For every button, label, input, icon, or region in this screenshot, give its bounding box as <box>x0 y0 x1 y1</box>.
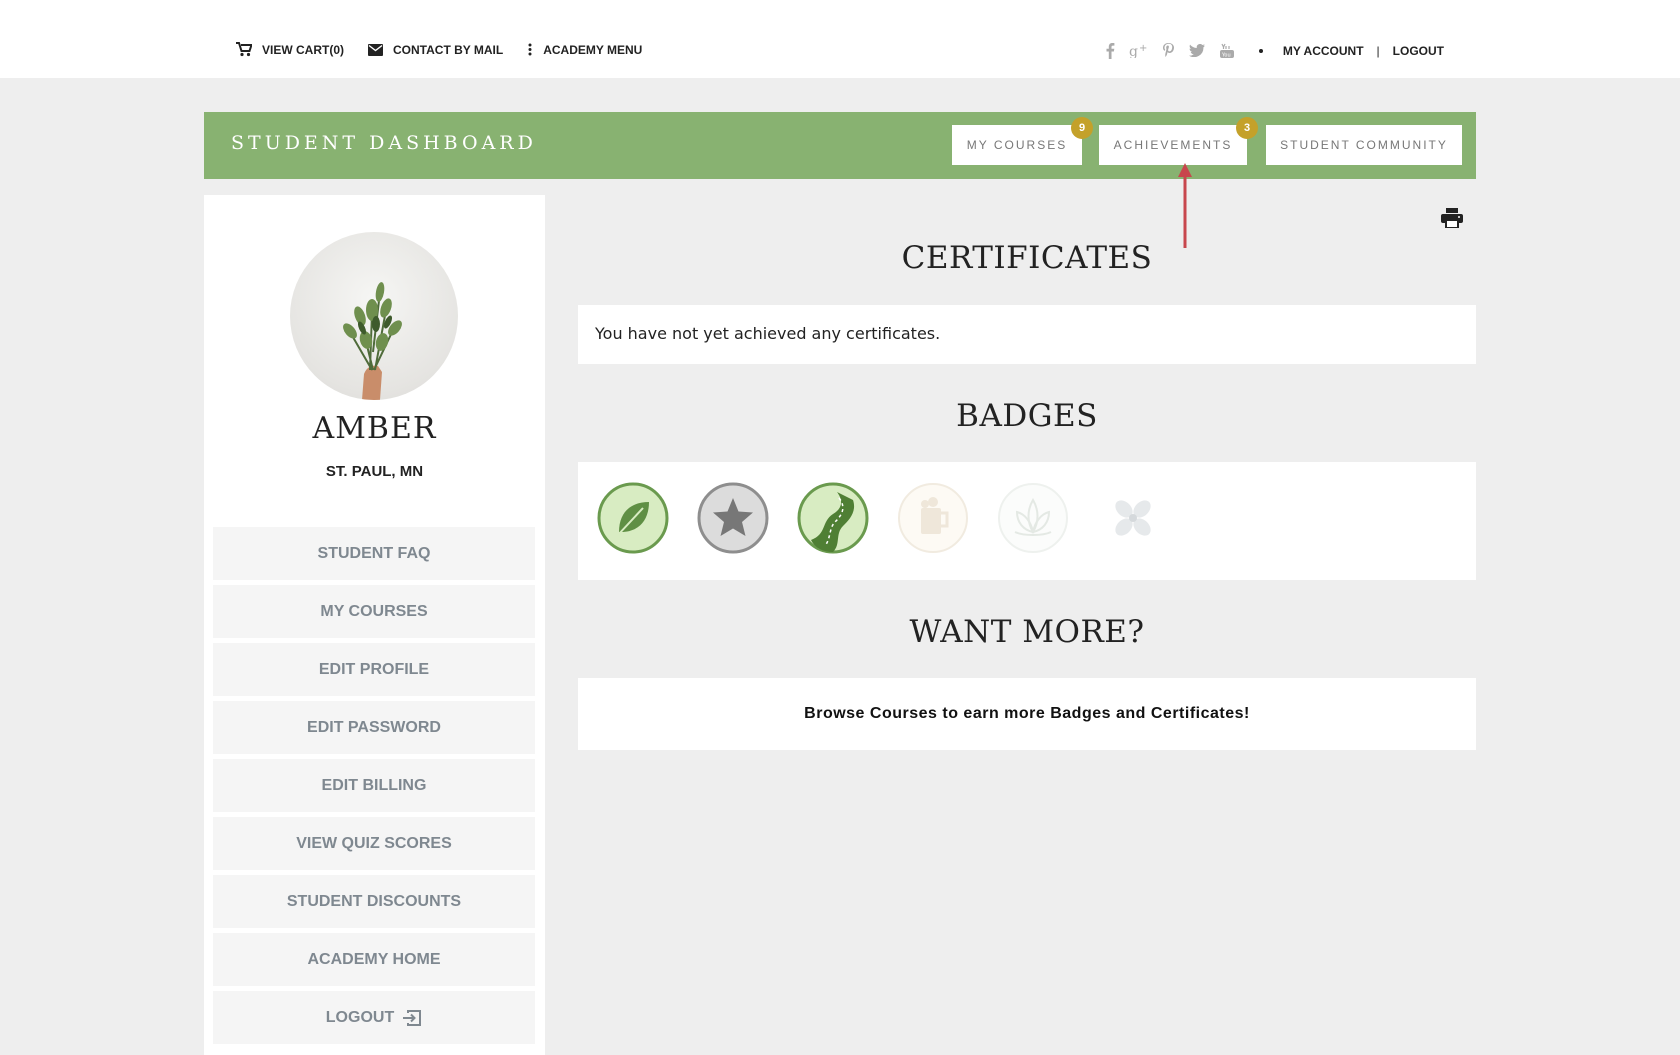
view-cart-link[interactable]: VIEW CART(0) <box>236 42 344 57</box>
contact-by-mail-link[interactable]: CONTACT BY MAIL <box>368 43 503 57</box>
sidebar-item-academy-home[interactable]: ACADEMY HOME <box>213 933 535 986</box>
youtube-icon[interactable]: You <box>1219 43 1235 59</box>
road-badge-icon[interactable] <box>797 482 869 554</box>
svg-text:g: g <box>1129 44 1138 58</box>
certificates-empty-text: You have not yet achieved any certificat… <box>595 324 941 343</box>
certificates-panel: You have not yet achieved any certificat… <box>578 305 1476 364</box>
profile-sidebar: AMBER ST. PAUL, MN STUDENT FAQ MY COURSE… <box>204 195 545 1055</box>
sidebar-item-edit-profile[interactable]: EDIT PROFILE <box>213 643 535 696</box>
tab-achievements-label: ACHIEVEMENTS <box>1113 138 1233 152</box>
sidebar-item-view-quiz-scores[interactable]: VIEW QUIZ SCORES <box>213 817 535 870</box>
sidebar-item-label: VIEW QUIZ SCORES <box>296 834 452 852</box>
certificates-heading: CERTIFICATES <box>901 240 1153 276</box>
tab-student-community[interactable]: STUDENT COMMUNITY <box>1266 125 1462 165</box>
profile-location: ST. PAUL, MN <box>325 463 424 480</box>
academy-menu-link[interactable]: ACADEMY MENU <box>527 43 642 57</box>
tab-my-courses[interactable]: MY COURSES 9 <box>952 117 1093 165</box>
avatar[interactable] <box>290 232 458 400</box>
annotation-arrow <box>1178 163 1192 248</box>
sidebar-item-student-faq[interactable]: STUDENT FAQ <box>213 527 535 580</box>
top-bar: VIEW CART(0) CONTACT BY MAIL ACADEMY MEN… <box>0 0 1680 78</box>
twitter-icon[interactable] <box>1188 44 1205 57</box>
view-cart-label: VIEW CART(0) <box>262 42 344 57</box>
separator-dot <box>1258 48 1263 53</box>
svg-text:You: You <box>1221 52 1231 58</box>
browse-courses-link[interactable]: Browse Courses to earn more Badges and C… <box>578 705 1476 723</box>
top-bar-right: g + You MY ACCOUNT | LOGOUT <box>1091 42 1444 59</box>
google-plus-icon[interactable]: g + <box>1129 43 1148 58</box>
svg-text:+: + <box>1139 43 1147 54</box>
logout-icon <box>403 1009 422 1026</box>
tab-achievements[interactable]: ACHIEVEMENTS 3 <box>1099 117 1258 165</box>
academy-menu-label: ACADEMY MENU <box>543 42 643 57</box>
sidebar-item-my-courses[interactable]: MY COURSES <box>213 585 535 638</box>
herb-bouquet-image <box>343 282 402 400</box>
profile-name: AMBER <box>312 411 437 446</box>
badges-panel <box>578 462 1476 580</box>
butterfly-badge-icon[interactable] <box>1097 482 1169 554</box>
sidebar-item-edit-password[interactable]: EDIT PASSWORD <box>213 701 535 754</box>
dashboard-header: STUDENT DASHBOARD MY COURSES 9 ACHIEVEME… <box>204 112 1476 179</box>
sidebar-item-label: EDIT PROFILE <box>318 660 430 678</box>
link-separator: | <box>1376 43 1380 58</box>
sidebar-item-label: STUDENT DISCOUNTS <box>286 892 462 910</box>
contact-by-mail-label: CONTACT BY MAIL <box>393 42 504 57</box>
badges-heading: BADGES <box>956 398 1098 434</box>
mail-icon <box>368 43 383 56</box>
achievements-count-badge: 3 <box>1236 117 1258 139</box>
sidebar-item-label: LOGOUT <box>325 1008 395 1026</box>
leaf-badge-icon[interactable] <box>597 482 669 554</box>
my-account-link[interactable]: MY ACCOUNT <box>1283 44 1364 58</box>
my-courses-count-badge: 9 <box>1071 117 1093 139</box>
star-badge-icon[interactable] <box>697 482 769 554</box>
sidebar-item-label: STUDENT FAQ <box>317 544 431 562</box>
sidebar-item-edit-billing[interactable]: EDIT BILLING <box>213 759 535 812</box>
lotus-badge-icon[interactable] <box>997 482 1069 554</box>
vertical-dots-icon <box>528 43 532 56</box>
want-more-heading: WANT MORE? <box>909 614 1145 650</box>
logout-link-top[interactable]: LOGOUT <box>1393 44 1444 58</box>
sidebar-item-label: ACADEMY HOME <box>307 950 441 968</box>
sidebar-item-student-discounts[interactable]: STUDENT DISCOUNTS <box>213 875 535 928</box>
want-more-panel: Browse Courses to earn more Badges and C… <box>578 678 1476 750</box>
tab-student-community-label: STUDENT COMMUNITY <box>1280 138 1448 152</box>
social-links: g + You <box>1091 42 1235 59</box>
cart-icon <box>236 42 252 57</box>
sidebar-item-label: EDIT BILLING <box>321 776 427 794</box>
print-icon[interactable] <box>1441 208 1463 228</box>
mug-badge-icon[interactable] <box>897 482 969 554</box>
sidebar-nav: STUDENT FAQ MY COURSES EDIT PROFILE EDIT… <box>213 527 535 1049</box>
sidebar-item-label: MY COURSES <box>320 602 428 620</box>
sidebar-item-label: EDIT PASSWORD <box>307 718 441 736</box>
sidebar-item-logout[interactable]: LOGOUT <box>213 991 535 1044</box>
facebook-icon[interactable] <box>1105 42 1115 59</box>
tab-my-courses-label: MY COURSES <box>966 138 1068 152</box>
badges-row <box>597 482 1197 554</box>
pinterest-icon[interactable] <box>1162 42 1175 59</box>
top-bar-left: VIEW CART(0) CONTACT BY MAIL ACADEMY MEN… <box>236 42 666 57</box>
dashboard-title: STUDENT DASHBOARD <box>231 132 537 154</box>
